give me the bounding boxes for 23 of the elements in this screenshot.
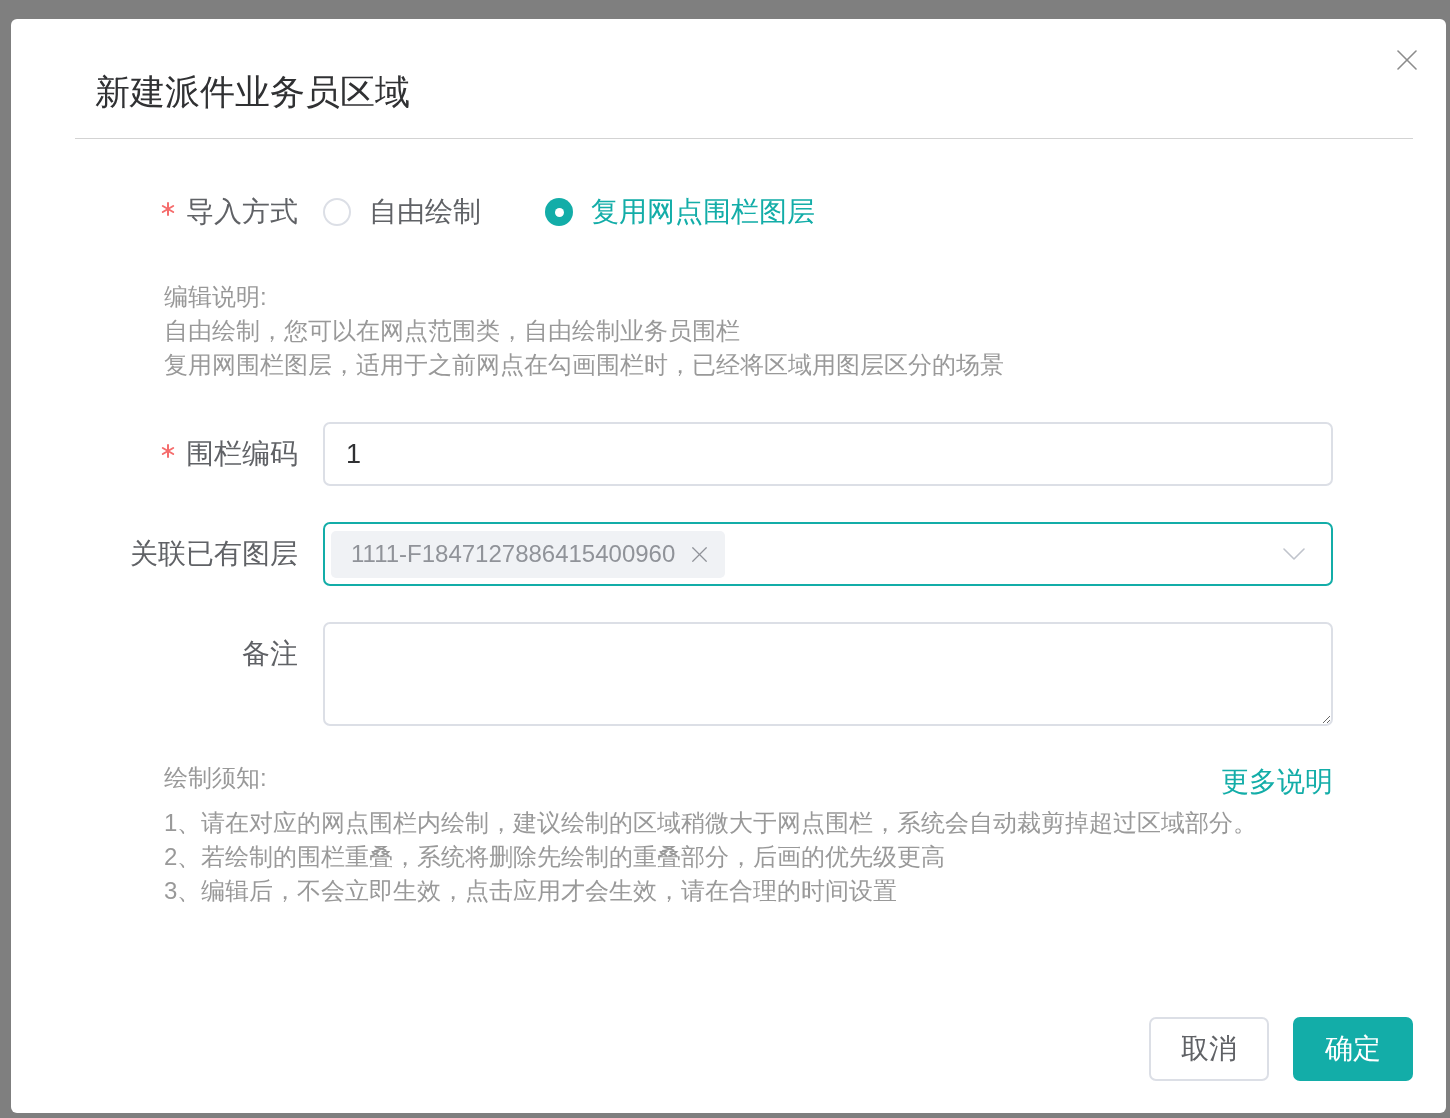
tag-text: 1111-F1847127886415400960 — [351, 539, 676, 569]
close-icon[interactable] — [692, 546, 708, 562]
help-text-line: 复用网围栏图层，适用于之前网点在勾画围栏时，已经将区域用图层区分的场景 — [164, 350, 1004, 380]
field-label: 关联已有图层 — [130, 537, 298, 571]
field-label: 围栏编码 — [186, 437, 298, 471]
cancel-button[interactable]: 取消 — [1149, 1017, 1269, 1081]
notes-title: 绘制须知: — [164, 763, 267, 793]
fence-code-input[interactable]: 1 — [323, 422, 1333, 486]
more-info-link[interactable]: 更多说明 — [1221, 765, 1333, 799]
field-label: 导入方式 — [186, 195, 298, 229]
dialog-title: 新建派件业务员区域 — [95, 72, 410, 111]
notes-text-line: 1、请在对应的网点围栏内绘制，建议绘制的区域稍微大于网点围栏，系统会自动裁剪掉超过区域部分。 — [164, 808, 1258, 838]
close-icon[interactable] — [1397, 50, 1417, 70]
chevron-down-icon[interactable] — [1283, 548, 1305, 560]
help-title: 编辑说明: — [164, 282, 267, 312]
radio-option[interactable]: 自由绘制 — [323, 192, 481, 232]
help-text-line: 自由绘制，您可以在网点范围类，自由绘制业务员围栏 — [164, 316, 740, 346]
confirm-button[interactable]: 确定 — [1293, 1017, 1413, 1081]
layer-select[interactable]: 1111-F1847127886415400960 — [323, 522, 1333, 586]
radio-option[interactable]: 复用网点围栏图层 — [545, 192, 815, 232]
notes-text-line: 3、编辑后，不会立即生效，点击应用才会生效，请在合理的时间设置 — [164, 876, 898, 906]
notes-text-line: 2、若绘制的围栏重叠，系统将删除先绘制的重叠部分，后画的优先级更高 — [164, 842, 946, 872]
field-label: 备注 — [242, 637, 298, 671]
